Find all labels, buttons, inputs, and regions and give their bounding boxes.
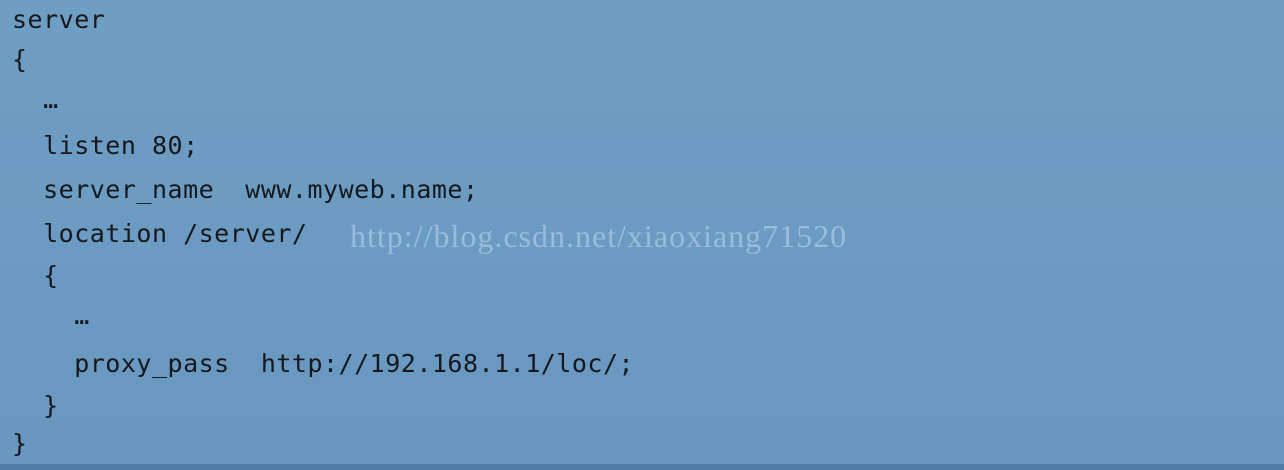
code-line-server: server <box>12 5 106 34</box>
code-block: server { … listen 80; server_name www.my… <box>0 0 1284 470</box>
code-line-inner-ellipsis: … <box>12 301 90 330</box>
code-line-server-name: server_name www.myweb.name; <box>12 175 479 204</box>
code-line-location-close-brace: } <box>12 391 59 420</box>
code-line-listen: listen 80; <box>12 131 199 160</box>
code-line-proxy-pass: proxy_pass http://192.168.1.1/loc/; <box>12 349 635 378</box>
code-line-location-open-brace: { <box>12 261 59 290</box>
code-line-open-brace: { <box>12 45 28 74</box>
code-line-location: location /server/ <box>12 219 308 248</box>
watermark-url: http://blog.csdn.net/xiaoxiang71520 <box>350 218 848 254</box>
code-line-ellipsis: … <box>12 85 59 114</box>
bottom-border <box>0 464 1284 470</box>
code-line-close-brace: } <box>12 429 28 458</box>
